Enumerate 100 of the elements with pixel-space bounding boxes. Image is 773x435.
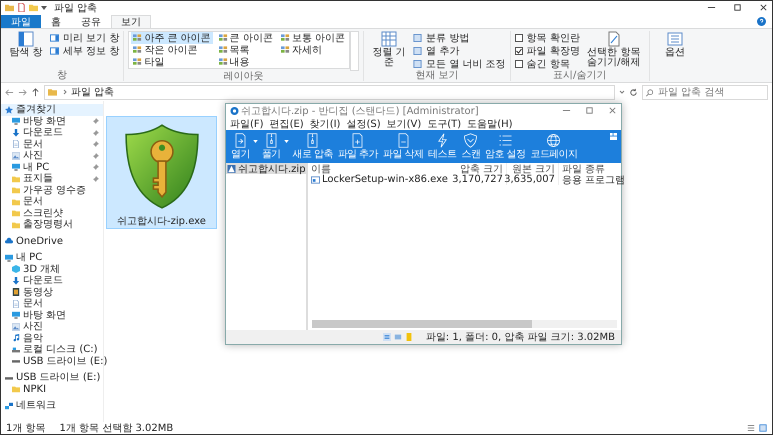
sidebar-item[interactable]: 바탕 화면 xyxy=(1,116,103,127)
layout-option[interactable]: 아주 큰 아이콘 xyxy=(131,32,213,44)
toolbar-button[interactable]: 테스트 xyxy=(427,133,458,160)
menu-item[interactable]: 도구(T) xyxy=(427,116,462,130)
layout-option[interactable]: 목록 xyxy=(216,44,275,56)
sidebar-item[interactable]: 사진 xyxy=(1,150,103,162)
search-field[interactable]: 파일 압축 검색 xyxy=(642,84,768,100)
back-arrow-icon[interactable] xyxy=(5,88,14,96)
sidebar-item[interactable]: NPKI xyxy=(1,384,103,395)
sidebar-item[interactable]: 다운로드 xyxy=(1,127,103,138)
ribbon-tab[interactable]: 보기 xyxy=(111,15,151,28)
options-button[interactable]: 옵션 xyxy=(654,31,696,58)
details-view-icon[interactable] xyxy=(382,333,391,341)
caret-icon[interactable] xyxy=(284,140,289,143)
sidebar-item[interactable]: 로컬 디스크 (C:) xyxy=(1,344,103,356)
document-icon[interactable] xyxy=(17,3,26,12)
sidebar-item[interactable]: 다운로드 xyxy=(1,275,103,286)
column-header[interactable]: 원본 크기 xyxy=(507,162,559,176)
dropdown-icon[interactable] xyxy=(41,6,47,10)
checkbox[interactable]: 항목 확인란 xyxy=(514,31,580,44)
sidebar-item[interactable]: 즐겨찾기 xyxy=(1,104,103,116)
horizontal-scrollbar[interactable] xyxy=(312,320,617,328)
down-arrow-icon xyxy=(12,276,20,285)
sidebar-item[interactable]: 네트워크 xyxy=(1,400,103,412)
menu-item[interactable]: 편집(E) xyxy=(270,116,304,130)
file-tile[interactable]: 쉬고합시다-zip.exe xyxy=(106,116,217,229)
toolbar-button[interactable]: 파일 추가 xyxy=(336,133,379,160)
ribbon-tab[interactable]: 홈 xyxy=(41,15,71,28)
forward-arrow-icon[interactable] xyxy=(18,88,27,96)
sidebar-item[interactable]: 바탕 화면 xyxy=(1,310,103,321)
gallery-scrollbar[interactable] xyxy=(350,31,360,71)
ribbon-tab[interactable]: 공유 xyxy=(71,15,111,28)
sidebar-item[interactable]: 동영상 xyxy=(1,286,103,298)
view-button[interactable]: 분류 방법 xyxy=(413,31,506,44)
large-icons-view-icon[interactable] xyxy=(759,424,767,432)
column-header[interactable]: 이름 xyxy=(308,162,455,176)
layout-option[interactable]: 보통 아이콘 xyxy=(278,32,348,44)
toolbar-button[interactable]: 새로 압축 xyxy=(292,133,334,160)
column-header[interactable]: 파일 종류 xyxy=(559,162,621,176)
help-icon[interactable] xyxy=(757,17,766,26)
pane-button[interactable]: 세부 정보 창 xyxy=(50,44,120,57)
layout-option[interactable]: 자세히 xyxy=(278,44,348,56)
tree-item[interactable]: 쉬고합시다.zip xyxy=(226,163,306,174)
sidebar-item[interactable]: 표지들 xyxy=(1,173,103,184)
sidebar-item[interactable]: 스크린샷 xyxy=(1,208,103,219)
sort-button[interactable]: 정렬 기준 xyxy=(368,31,410,68)
view-button[interactable]: 모든 열 너비 조정 xyxy=(413,57,506,70)
sidebar-item[interactable]: 출장명령서 xyxy=(1,219,103,230)
dropdown-icon[interactable] xyxy=(619,90,625,94)
menu-item[interactable]: 보기(V) xyxy=(386,116,422,130)
layout-option[interactable]: 타일 xyxy=(131,56,213,68)
address-field[interactable]: 파일 압축 xyxy=(44,84,615,100)
toolbar-button[interactable]: 코드페이지 xyxy=(529,133,578,160)
window-title: 파일 압축 xyxy=(54,2,98,14)
layout-option[interactable]: 큰 아이콘 xyxy=(216,32,275,44)
toolbar-button[interactable]: 암호 설정 xyxy=(484,133,526,160)
sidebar-item[interactable]: 3D 개체 xyxy=(1,264,103,275)
monitor-icon xyxy=(12,311,20,320)
menu-item[interactable]: 파일(F) xyxy=(230,116,264,130)
caret-icon[interactable] xyxy=(252,140,258,143)
folder-icon xyxy=(12,385,20,394)
layout-option[interactable]: 작은 아이콘 xyxy=(131,44,213,56)
menu-item[interactable]: 설정(S) xyxy=(346,116,381,130)
sidebar-item[interactable]: 음악 xyxy=(1,332,103,344)
monitor-icon xyxy=(12,163,20,172)
column-header[interactable]: 압축 크기 xyxy=(455,162,507,176)
ribbon-tab[interactable]: 파일 xyxy=(1,15,41,28)
sidebar-item[interactable]: OneDrive xyxy=(1,236,103,247)
toolbar-button[interactable]: 열기 xyxy=(230,133,251,160)
down-arrow-icon xyxy=(12,128,20,137)
toolbar-button[interactable]: 풀기 xyxy=(260,133,282,160)
globe-icon xyxy=(546,133,562,148)
sidebar-item[interactable]: 가우공 영수증 xyxy=(1,184,103,196)
sidebar-item[interactable]: 내 PC xyxy=(1,252,103,264)
sidebar-item[interactable]: 문서 xyxy=(1,298,103,310)
sidebar-item[interactable]: 문서 xyxy=(1,138,103,150)
close-icon[interactable] xyxy=(759,3,768,12)
sidebar-item[interactable]: 사진 xyxy=(1,321,103,332)
menu-item[interactable]: 찾기(I) xyxy=(310,116,340,130)
pane-button[interactable]: 미리 보기 창 xyxy=(50,31,120,44)
view-button[interactable]: 열 추가 xyxy=(413,44,506,57)
hide-selected-button[interactable]: 선택한 항목 숨기기/해제 xyxy=(582,31,645,68)
sidebar-item[interactable]: 내 PC xyxy=(1,162,103,173)
refresh-icon[interactable] xyxy=(629,88,638,96)
navigation-pane-button[interactable]: 탐색 창 xyxy=(5,31,47,58)
details-view-icon[interactable] xyxy=(747,424,755,432)
layout-icon[interactable] xyxy=(610,133,617,140)
star-icon xyxy=(5,106,13,114)
document-minus-icon xyxy=(396,133,411,148)
sidebar-item[interactable]: 문서 xyxy=(1,196,103,208)
checkbox-icon xyxy=(514,60,523,68)
up-arrow-icon[interactable] xyxy=(31,88,40,96)
menu-item[interactable]: 도움말(H) xyxy=(467,116,513,130)
checkbox[interactable]: 파일 확장명 xyxy=(514,44,580,57)
checkbox[interactable]: 숨긴 항목 xyxy=(514,57,580,70)
toolbar-button[interactable]: 스캔 xyxy=(460,133,482,160)
sidebar-item[interactable]: USB 드라이브 (E:) xyxy=(1,372,103,384)
layout-option[interactable]: 내용 xyxy=(216,56,275,68)
toolbar-button[interactable]: 파일 삭제 xyxy=(382,133,424,160)
maximize-icon[interactable] xyxy=(733,3,742,12)
